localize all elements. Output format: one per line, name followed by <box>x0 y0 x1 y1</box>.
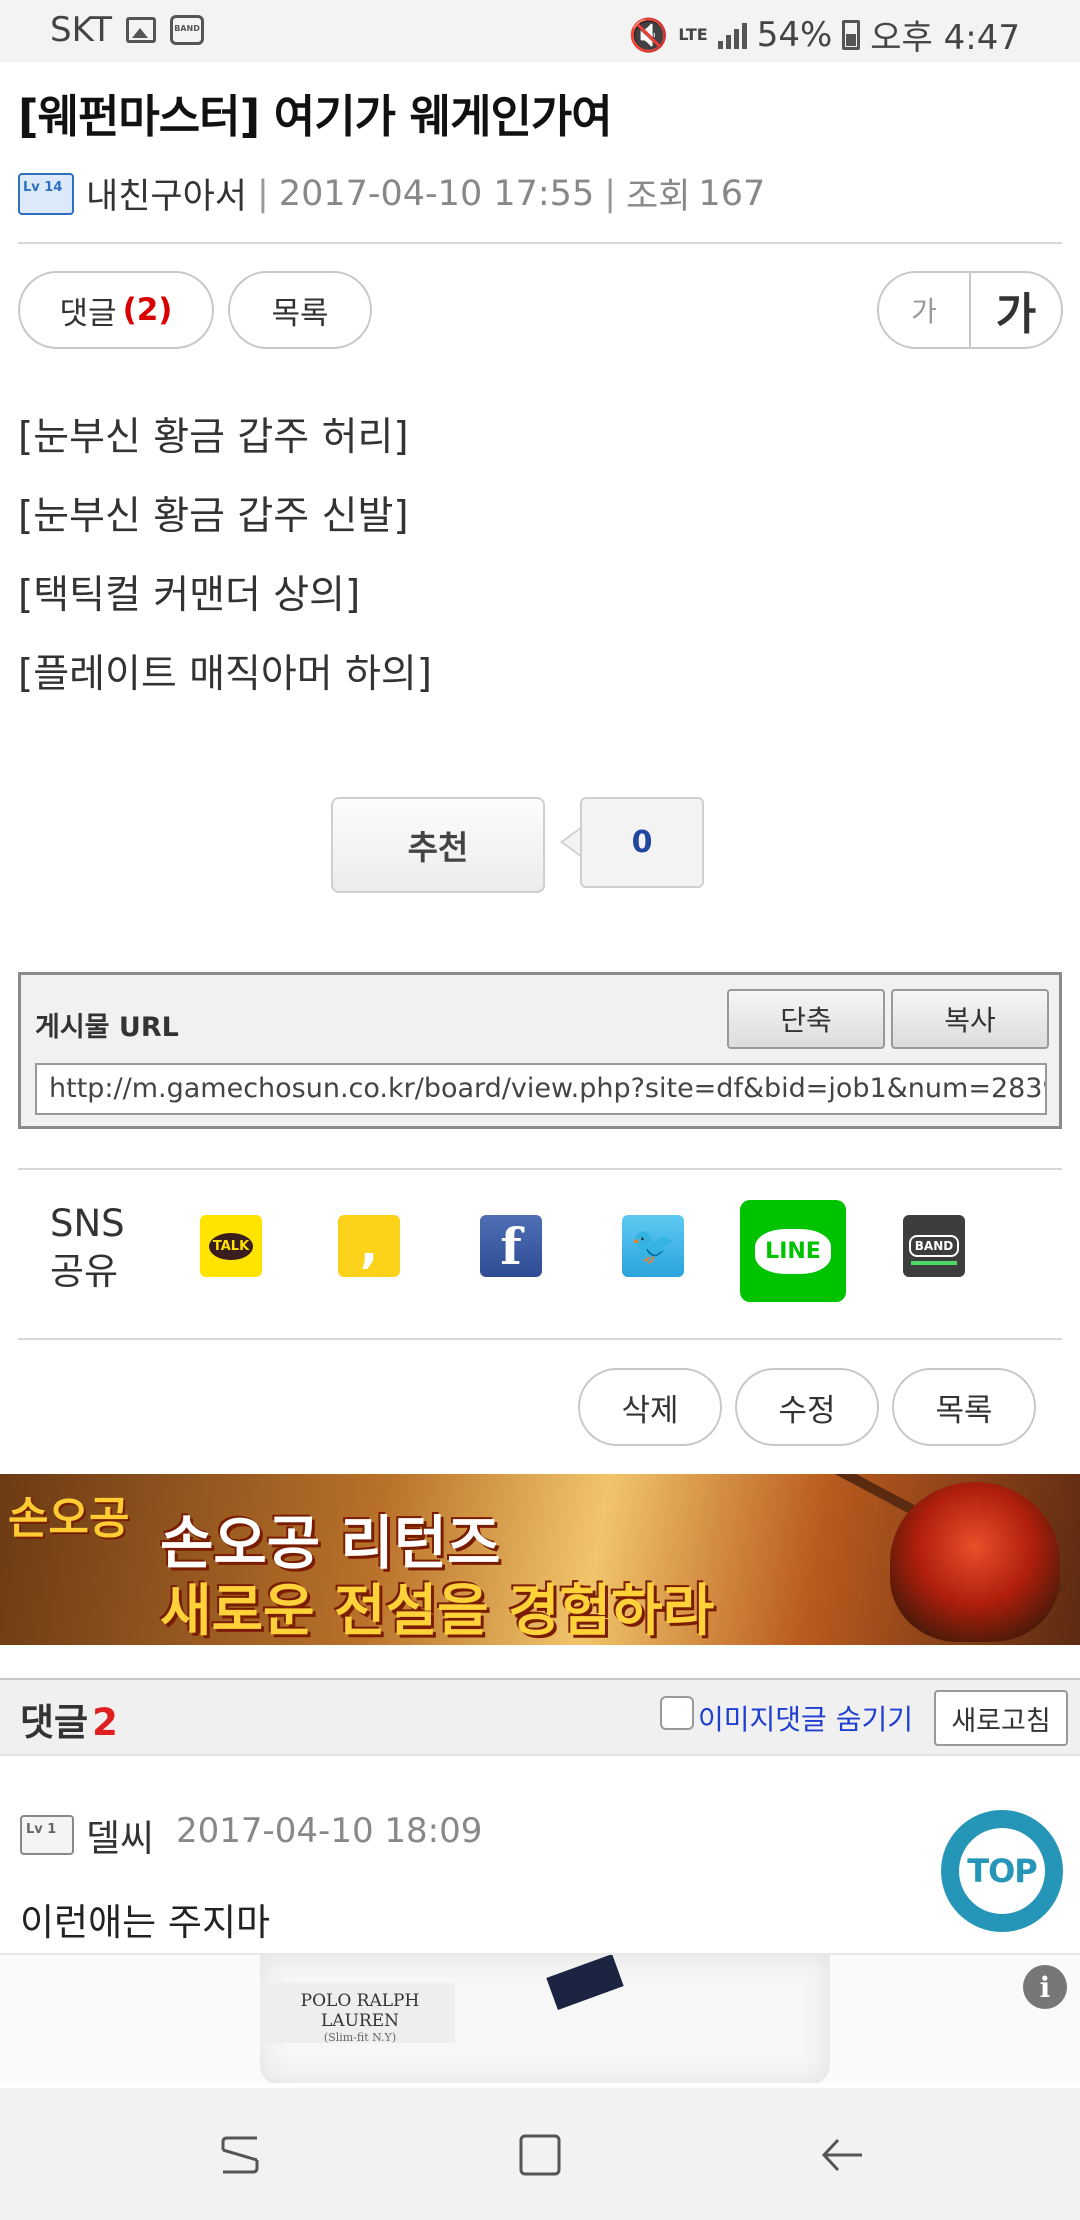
recommend-arrow-icon <box>560 826 582 858</box>
font-large-button[interactable]: 가 <box>971 273 1061 347</box>
ad-brand-tag: POLO RALPH LAUREN (Slim-fit N.Y) <box>265 1983 455 2044</box>
signal-icon <box>717 21 747 49</box>
post-title: [웨펀마스터] 여기가 웨게인가여 <box>18 90 613 143</box>
status-left: SKT BAND <box>50 10 205 50</box>
shorten-url-button[interactable]: 단축 <box>727 989 885 1049</box>
delete-button[interactable]: 삭제 <box>578 1368 722 1446</box>
comments-label: 댓글 <box>20 1701 89 1744</box>
list-button-top[interactable]: 목록 <box>228 271 372 349</box>
scroll-top-label: TOP <box>959 1828 1045 1914</box>
body-line: [택틱컬 커맨더 상의] <box>18 573 361 618</box>
comments-title: 댓글 2 <box>20 1692 118 1746</box>
comment-button[interactable]: 댓글 (2) <box>18 271 214 349</box>
line-share-icon[interactable]: LINE <box>740 1200 846 1302</box>
scroll-top-button[interactable]: TOP <box>941 1810 1063 1932</box>
views-count: 167 <box>698 173 766 214</box>
font-size-toggle: 가 가 <box>877 271 1063 349</box>
band-notification-icon: BAND <box>170 15 205 45</box>
band-text: BAND <box>908 1235 960 1257</box>
banner-hero-graphic <box>890 1482 1060 1642</box>
sns-share-label: SNS 공유 <box>50 1200 130 1296</box>
kakaotalk-text: TALK <box>208 1232 254 1260</box>
banner-subheadline: 새로운 전설을 경험하라 <box>160 1579 715 1644</box>
divider <box>18 1168 1062 1170</box>
hide-image-comments-label[interactable]: 이미지댓글 숨기기 <box>698 1698 913 1738</box>
lte-icon: LTE <box>678 24 708 44</box>
comment-date: 2017-04-10 18:09 <box>176 1811 483 1851</box>
carrier-label: SKT <box>50 10 113 50</box>
refresh-comments-button[interactable]: 새로고침 <box>934 1690 1068 1746</box>
comment-author[interactable]: 델씨 <box>86 1808 154 1862</box>
meta-separator: | <box>604 173 617 214</box>
comment-count: (2) <box>122 292 173 328</box>
post-url-box: 게시물 URL 단축 복사 http://m.gamechosun.co.kr/… <box>18 972 1062 1129</box>
comment-button-label: 댓글 <box>59 295 117 332</box>
comments-header: 댓글 2 이미지댓글 숨기기 새로고침 <box>0 1678 1080 1756</box>
edit-button[interactable]: 수정 <box>735 1368 879 1446</box>
recommend-button[interactable]: 추천 <box>331 797 545 893</box>
battery-percent: 54% <box>756 14 833 55</box>
kakaostory-share-icon[interactable]: , <box>338 1215 400 1277</box>
post-date: 2017-04-10 17:55 <box>278 173 595 214</box>
comment-text: 이런애는 주지마 <box>20 1901 271 1944</box>
meta-separator: | <box>257 173 269 214</box>
post-author[interactable]: 내친구아서 <box>86 168 247 219</box>
band-share-icon[interactable]: BAND <box>903 1215 965 1277</box>
clothing-ad[interactable]: POLO RALPH LAUREN (Slim-fit N.Y) i <box>0 1953 1080 2083</box>
comments-count: 2 <box>92 1701 118 1744</box>
post-url-label: 게시물 URL <box>35 1012 179 1043</box>
ad-info-icon[interactable]: i <box>1023 1965 1067 2009</box>
copy-url-button[interactable]: 복사 <box>891 989 1049 1049</box>
post-body: [눈부신 황금 갑주 허리] [눈부신 황금 갑주 신발] [택틱컬 커맨더 상… <box>18 408 432 724</box>
line-text: LINE <box>755 1228 831 1274</box>
mute-icon: 🔇 <box>628 15 669 54</box>
gallery-notification-icon <box>126 17 157 43</box>
back-icon[interactable] <box>808 2120 878 2190</box>
home-icon[interactable] <box>505 2120 575 2190</box>
hide-image-comments-checkbox[interactable] <box>660 1696 694 1730</box>
banner-logo: 손오공 <box>8 1493 130 1544</box>
sns-share-text: SNS 공유 <box>50 1202 125 1293</box>
twitter-share-icon[interactable]: 🐦 <box>622 1215 684 1277</box>
font-small-button[interactable]: 가 <box>879 273 971 347</box>
post-url-field[interactable]: http://m.gamechosun.co.kr/board/view.php… <box>35 1063 1047 1115</box>
facebook-share-icon[interactable]: f <box>480 1215 542 1277</box>
body-line: [눈부신 황금 갑주 허리] <box>18 415 409 460</box>
system-nav-bar <box>0 2088 1080 2220</box>
body-line: [눈부신 황금 갑주 신발] <box>18 494 409 539</box>
ad-brand-sub: (Slim-fit N.Y) <box>323 2031 397 2044</box>
ad-brand: POLO RALPH LAUREN <box>300 1991 420 2031</box>
status-bar: SKT BAND 🔇 LTE 54% 오후 4:47 <box>0 0 1080 62</box>
body-line: [플레이트 매직아머 하의] <box>18 652 433 697</box>
kakaotalk-share-icon[interactable]: TALK <box>200 1215 262 1277</box>
recent-apps-icon[interactable] <box>205 2120 275 2190</box>
clock: 오후 4:47 <box>870 18 1020 58</box>
level-badge-icon <box>20 1815 74 1855</box>
list-button-bottom[interactable]: 목록 <box>892 1368 1036 1446</box>
divider <box>18 242 1062 244</box>
status-right: 🔇 LTE 54% 오후 4:47 <box>628 10 1020 59</box>
battery-icon <box>842 19 861 50</box>
divider <box>18 1338 1062 1340</box>
recommend-count: 0 <box>580 797 704 888</box>
views-label: 조회 <box>626 177 691 217</box>
level-badge-icon <box>18 172 74 215</box>
game-ad-banner[interactable]: 손오공 손오공 리턴즈 새로운 전설을 경험하라 <box>0 1474 1080 1645</box>
post-meta: 내친구아서 | 2017-04-10 17:55 | 조회 167 <box>18 168 765 219</box>
